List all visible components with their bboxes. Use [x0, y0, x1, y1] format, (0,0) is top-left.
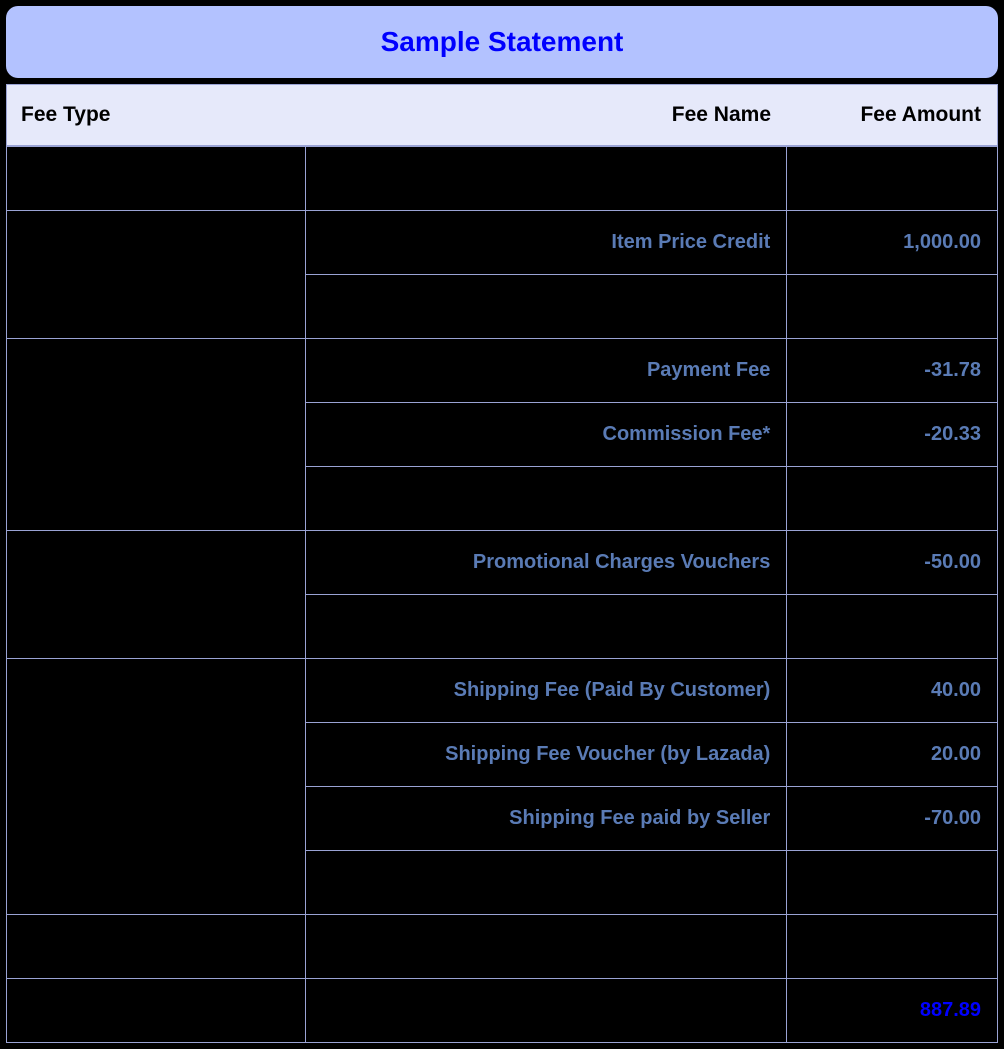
col-header-fee-amount: Fee Amount: [785, 85, 995, 145]
cell-fee-name: [305, 915, 786, 979]
cell-fee-amount: 40.00: [787, 659, 998, 723]
cell-total-amount: 887.89: [787, 979, 998, 1043]
cell-fee-name: Shipping Fee (Paid By Customer): [305, 659, 786, 723]
table-header: Fee Type Fee Name Fee Amount: [6, 84, 998, 146]
cell-fee-amount: [787, 467, 998, 531]
cell-fee-amount: -50.00: [787, 531, 998, 595]
cell-fee-name: Payment Fee: [305, 339, 786, 403]
page-title: Sample Statement: [6, 6, 998, 78]
cell-fee-name: [305, 979, 786, 1043]
cell-fee-amount: [787, 851, 998, 915]
cell-fee-amount: [787, 147, 998, 211]
cell-fee-name: Shipping Fee Voucher (by Lazada): [305, 723, 786, 787]
cell-fee-name: Commission Fee*: [305, 403, 786, 467]
cell-fee-name: [305, 595, 786, 659]
cell-fee-name: Shipping Fee paid by Seller: [305, 787, 786, 851]
table-row: Item Price Credit1,000.00: [7, 211, 998, 275]
cell-fee-name: Promotional Charges Vouchers: [305, 531, 786, 595]
table-row: [7, 915, 998, 979]
cell-fee-amount: -70.00: [787, 787, 998, 851]
cell-fee-type: [7, 659, 306, 915]
cell-fee-type: [7, 531, 306, 659]
table-row: Promotional Charges Vouchers-50.00: [7, 531, 998, 595]
cell-fee-amount: -20.33: [787, 403, 998, 467]
table-row: [7, 147, 998, 211]
cell-fee-name: Item Price Credit: [305, 211, 786, 275]
table-row: Payment Fee-31.78: [7, 339, 998, 403]
cell-fee-name: [305, 275, 786, 339]
cell-fee-name: [305, 147, 786, 211]
cell-fee-amount: -31.78: [787, 339, 998, 403]
cell-fee-type: [7, 979, 306, 1043]
statement-table: Item Price Credit1,000.00 Payment Fee-31…: [6, 146, 998, 1043]
cell-fee-type: [7, 211, 306, 339]
cell-fee-name: [305, 467, 786, 531]
cell-fee-amount: [787, 595, 998, 659]
cell-fee-type: [7, 339, 306, 531]
table-row: Shipping Fee (Paid By Customer)40.00: [7, 659, 998, 723]
col-header-fee-type: Fee Type: [7, 85, 305, 145]
cell-fee-amount: 1,000.00: [787, 211, 998, 275]
cell-fee-type: [7, 147, 306, 211]
cell-fee-type: [7, 915, 306, 979]
cell-fee-amount: [787, 275, 998, 339]
statement-container: Sample Statement Fee Type Fee Name Fee A…: [0, 6, 1004, 1043]
cell-fee-name: [305, 851, 786, 915]
col-header-fee-name: Fee Name: [305, 85, 785, 145]
cell-fee-amount: 20.00: [787, 723, 998, 787]
table-row: 887.89: [7, 979, 998, 1043]
cell-fee-amount: [787, 915, 998, 979]
